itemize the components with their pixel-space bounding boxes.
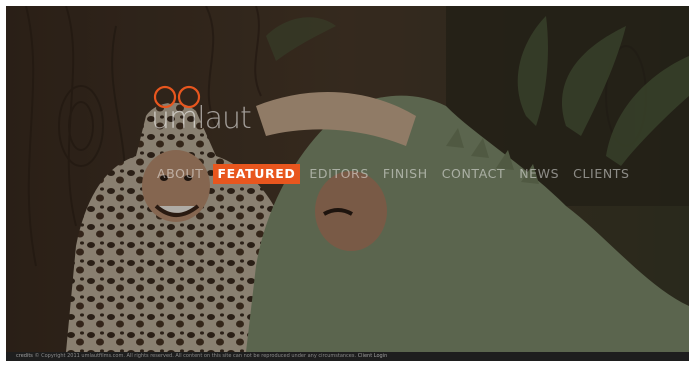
- logo-wordmark: umlaut: [151, 101, 252, 136]
- nav-item-editors[interactable]: EDITORS: [304, 164, 374, 184]
- client-login-link[interactable]: Client Login: [358, 353, 388, 359]
- nav-item-featured[interactable]: FEATURED: [212, 164, 301, 184]
- footer-bar: credits © Copyright 2011 umlautfilms.com…: [6, 352, 689, 361]
- nav-item-finish[interactable]: FINISH: [378, 164, 433, 184]
- nav-item-clients[interactable]: CLIENTS: [568, 164, 634, 184]
- umlaut-logo[interactable]: umlaut: [151, 85, 252, 145]
- footer: credits © Copyright 2011 umlautfilms.com…: [0, 352, 695, 369]
- copyright-text: © Copyright 2011 umlautfilms.com. All ri…: [34, 353, 357, 359]
- credits-link[interactable]: credits: [16, 353, 33, 359]
- hero-background: umlaut ABOUT FEATURED EDITORS FINISH CON…: [6, 6, 689, 352]
- footer-text: credits © Copyright 2011 umlautfilms.com…: [16, 352, 387, 361]
- nav-item-contact[interactable]: CONTACT: [437, 164, 510, 184]
- main-nav: ABOUT FEATURED EDITORS FINISH CONTACT NE…: [152, 164, 639, 184]
- nav-item-news[interactable]: NEWS: [514, 164, 564, 184]
- nav-item-about[interactable]: ABOUT: [152, 164, 209, 184]
